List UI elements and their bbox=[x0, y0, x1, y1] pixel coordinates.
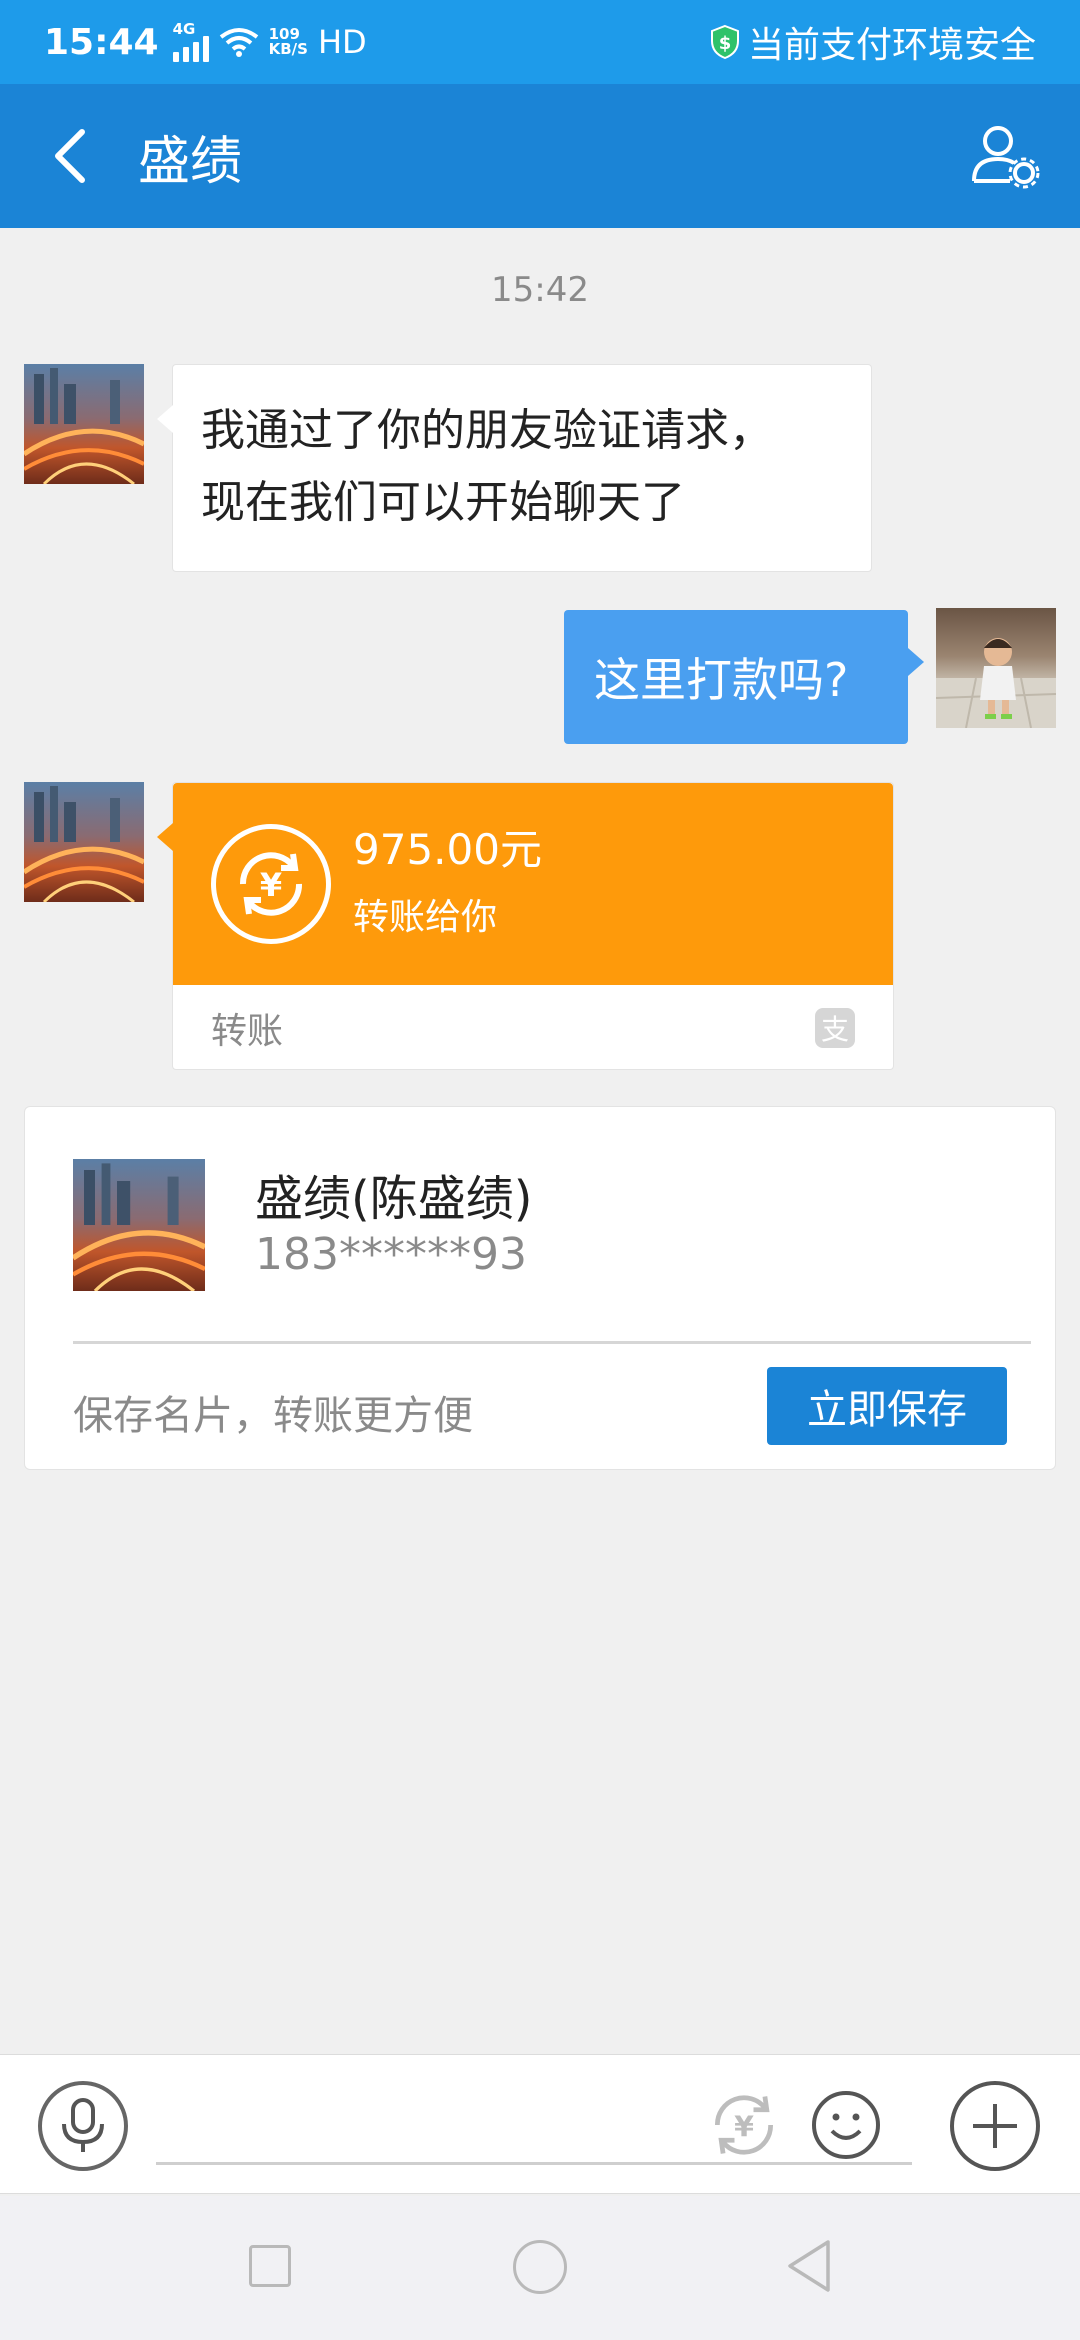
transfer-button[interactable]: ¥ bbox=[706, 2087, 782, 2163]
message-line: 我通过了你的朋友验证请求， bbox=[201, 405, 773, 456]
transfer-header: ¥ 975.00元 转账给你 bbox=[173, 783, 893, 985]
emoji-icon[interactable] bbox=[812, 2091, 880, 2159]
contact-phone: 183******93 bbox=[255, 1229, 527, 1280]
back-arrow-icon bbox=[55, 129, 85, 183]
status-time: 15:44 bbox=[44, 21, 159, 63]
avatar[interactable] bbox=[24, 364, 144, 484]
transfer-note: 转账给你 bbox=[353, 897, 498, 938]
page-title: 盛绩 bbox=[138, 131, 243, 192]
svg-text:¥: ¥ bbox=[260, 866, 282, 904]
shield-dollar-icon: $ bbox=[710, 24, 739, 60]
title-bar: 盛绩 bbox=[0, 84, 1080, 228]
svg-text:$: $ bbox=[719, 33, 732, 54]
more-button[interactable] bbox=[950, 2081, 1040, 2171]
microphone-icon bbox=[62, 2098, 104, 2152]
network-speed: 109 KB/S bbox=[269, 27, 308, 57]
network-type: 4G bbox=[172, 20, 196, 38]
chat-timestamp: 15:42 bbox=[491, 270, 589, 310]
transfer-label: 转账 bbox=[211, 1011, 284, 1052]
svg-text:¥: ¥ bbox=[734, 2110, 754, 2143]
voice-button[interactable] bbox=[38, 2081, 128, 2171]
message-text: 这里打款吗? bbox=[594, 653, 849, 707]
message-bubble-right[interactable]: 这里打款吗? bbox=[564, 610, 924, 744]
avatar-image bbox=[73, 1163, 205, 1291]
transfer-amount: 975.00元 bbox=[353, 825, 542, 874]
avatar-image bbox=[936, 638, 1056, 728]
home-icon[interactable] bbox=[513, 2240, 567, 2294]
user-settings-icon bbox=[972, 126, 1040, 189]
my-avatar[interactable] bbox=[936, 608, 1056, 728]
message-input[interactable] bbox=[156, 2085, 912, 2165]
recent-apps-icon[interactable] bbox=[249, 2245, 291, 2287]
security-text: 当前支付环境安全 bbox=[747, 25, 1036, 66]
back-button[interactable] bbox=[10, 84, 130, 228]
transfer-footer: 转账 支 bbox=[173, 985, 893, 1071]
contact-hint: 保存名片，转账更方便 bbox=[73, 1393, 473, 1439]
message-line: 现在我们可以开始聊天了 bbox=[201, 477, 685, 528]
wifi-icon bbox=[219, 28, 258, 57]
yuan-transfer-icon: ¥ bbox=[211, 824, 331, 944]
yuan-icon: ¥ bbox=[715, 2095, 773, 2155]
status-icons: 4G 109 KB/S HD bbox=[172, 20, 367, 62]
alipay-icon: 支 bbox=[815, 1008, 855, 1048]
plus-icon bbox=[973, 2104, 1017, 2148]
divider bbox=[73, 1341, 1031, 1344]
chat-settings-button[interactable] bbox=[960, 84, 1050, 228]
save-contact-button[interactable]: 立即保存 bbox=[767, 1367, 1007, 1445]
security-status: $ 当前支付环境安全 bbox=[710, 16, 1036, 68]
hd-indicator: HD bbox=[317, 23, 367, 61]
contact-card: 盛绩(陈盛绩) 183******93 保存名片，转账更方便 立即保存 bbox=[24, 1106, 1056, 1470]
contact-avatar bbox=[73, 1159, 205, 1291]
back-icon[interactable] bbox=[784, 2236, 834, 2296]
avatar-image bbox=[24, 368, 144, 484]
transfer-message[interactable]: ¥ 975.00元 转账给你 转账 支 bbox=[157, 782, 894, 1071]
input-bar: ¥ bbox=[0, 2054, 1080, 2194]
speed-unit: KB/S bbox=[268, 40, 308, 58]
signal-icon: 4G bbox=[172, 20, 209, 62]
avatar[interactable] bbox=[24, 782, 144, 902]
system-nav-bar bbox=[0, 2196, 1080, 2340]
avatar-image bbox=[24, 786, 144, 902]
message-bubble-left[interactable]: 我通过了你的朋友验证请求， 现在我们可以开始聊天了 bbox=[157, 364, 872, 572]
contact-name: 盛绩(陈盛绩) bbox=[255, 1171, 533, 1227]
status-bar: 15:44 4G 109 KB/S HD $ 当前支付环境安全 bbox=[0, 0, 1080, 84]
